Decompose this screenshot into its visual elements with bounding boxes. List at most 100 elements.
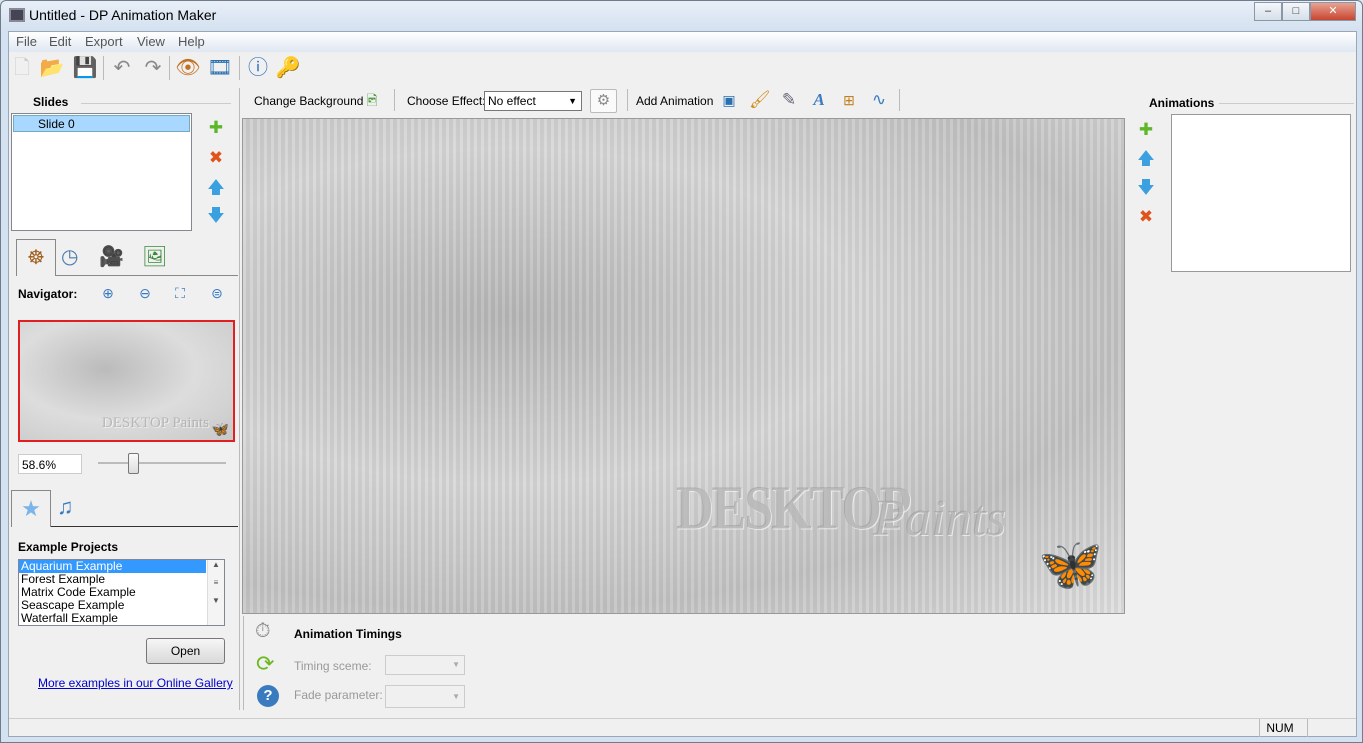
animation-up-icon[interactable]: 🡅: [1136, 149, 1156, 169]
chevron-down-icon: ▼: [452, 692, 460, 701]
effect-select[interactable]: No effect ▼: [484, 91, 582, 111]
fade-parameter-select[interactable]: ▼: [385, 685, 465, 708]
slide-canvas[interactable]: DESKTOP Paints 🦋: [242, 118, 1125, 614]
animation-down-icon[interactable]: 🡇: [1136, 178, 1156, 198]
minimize-button[interactable]: –: [1254, 2, 1282, 21]
menu-edit[interactable]: Edit: [49, 34, 71, 49]
delete-animation-icon[interactable]: ✖: [1136, 207, 1156, 227]
status-bar: NUM: [9, 718, 1356, 737]
change-background-icon[interactable]: 🖻: [362, 90, 382, 110]
zoom-in-icon[interactable]: ⊕: [98, 283, 118, 303]
timing-scheme-select[interactable]: ▼: [385, 655, 465, 675]
tab-examples-star-icon[interactable]: ★: [11, 490, 51, 527]
tab-timing-clock-icon[interactable]: ◷: [61, 244, 78, 269]
divider: [243, 616, 244, 710]
open-button[interactable]: Open: [146, 638, 225, 664]
navigator-preview-logo: DESKTOP Paints: [101, 415, 209, 431]
help-icon[interactable]: ?: [257, 685, 279, 707]
export-video-icon[interactable]: 🎞: [207, 54, 233, 82]
chevron-down-icon: ▼: [452, 660, 460, 669]
menu-bar: File Edit Export View Help: [9, 32, 1356, 52]
navigator-label: Navigator:: [18, 287, 78, 301]
timing-scheme-label: Timing sceme:: [294, 659, 372, 673]
navigator-preview[interactable]: DESKTOP Paints 🦋: [18, 320, 235, 442]
move-up-icon[interactable]: 🡅: [206, 178, 226, 198]
redo-icon[interactable]: ↷: [140, 54, 166, 82]
preview-eye-icon[interactable]: 👁: [175, 54, 201, 82]
undo-icon[interactable]: ↶: [109, 54, 135, 82]
examples-list[interactable]: Aquarium Example Forest Example Matrix Cod…: [18, 559, 225, 626]
app-icon: [9, 8, 25, 22]
info-icon[interactable]: ⓘ: [245, 54, 271, 82]
divider: [1219, 103, 1354, 104]
butterfly-icon: 🦋: [211, 421, 229, 437]
menu-view[interactable]: View: [137, 34, 165, 49]
save-icon[interactable]: 💾: [72, 54, 98, 82]
zoom-out-icon[interactable]: ⊖: [135, 283, 155, 303]
app-window: Untitled - DP Animation Maker – □ ✕ File…: [0, 0, 1363, 743]
add-animation-label: Add Animation: [636, 94, 714, 108]
delete-slide-icon[interactable]: ✖: [206, 148, 226, 168]
divider: [1307, 719, 1308, 737]
tab-camera-icon[interactable]: 🎥: [99, 244, 124, 269]
slide-item[interactable]: Slide 0: [13, 115, 190, 132]
open-folder-icon[interactable]: 📂: [39, 54, 65, 82]
effect-settings-gear-icon[interactable]: ⚙: [590, 89, 617, 113]
maximize-button[interactable]: □: [1282, 2, 1310, 21]
add-animation-icon[interactable]: ✚: [1136, 120, 1156, 140]
timings-clock-flag-icon: ⏱: [255, 620, 271, 642]
add-particles-animation-icon[interactable]: ⊞: [839, 90, 859, 110]
add-slide-icon[interactable]: ✚: [206, 118, 226, 138]
tab-music-icon[interactable]: ♫: [57, 494, 74, 520]
slide-label: Slide 0: [38, 117, 75, 131]
examples-scrollbar[interactable]: ▲ ≡ ▼: [207, 560, 224, 625]
key-icon[interactable]: 🔑: [275, 54, 301, 82]
zoom-slider-thumb[interactable]: [128, 453, 140, 474]
zoom-fit-icon[interactable]: ⛶: [170, 283, 190, 303]
menu-file[interactable]: File: [16, 34, 37, 49]
animations-header: Animations: [1149, 96, 1215, 110]
divider: [899, 89, 900, 111]
add-brush-animation-icon[interactable]: 🖌: [749, 90, 771, 110]
zoom-slider[interactable]: [98, 462, 226, 464]
tab-divider: [56, 275, 238, 276]
online-gallery-link[interactable]: More examples in our Online Gallery: [38, 676, 233, 690]
toolbar-divider: [169, 56, 170, 80]
effect-value: No effect: [488, 94, 536, 108]
menu-export[interactable]: Export: [85, 34, 123, 49]
divider: [81, 103, 231, 104]
add-wave-animation-icon[interactable]: ∿: [869, 90, 889, 110]
num-lock-indicator: NUM: [1266, 721, 1294, 735]
examples-header: Example Projects: [18, 540, 119, 554]
add-video-animation-icon[interactable]: ▣: [719, 90, 739, 110]
refresh-icon[interactable]: ⟳: [256, 651, 274, 677]
divider: [394, 89, 395, 111]
choose-effect-label: Choose Effect:: [407, 94, 486, 108]
zoom-value-field[interactable]: 58.6%: [18, 454, 82, 474]
chevron-down-icon: ▼: [568, 96, 577, 106]
new-file-icon[interactable]: 🗋: [9, 54, 35, 82]
zoom-actual-icon[interactable]: ⊜: [207, 283, 227, 303]
add-draw-animation-icon[interactable]: ✎: [779, 90, 799, 110]
window-title: Untitled - DP Animation Maker: [29, 7, 217, 23]
butterfly-icon[interactable]: 🦋: [1038, 534, 1103, 595]
close-button[interactable]: ✕: [1310, 2, 1356, 21]
slides-list[interactable]: Slide 0: [11, 113, 192, 231]
menu-help[interactable]: Help: [178, 34, 205, 49]
slides-header: Slides: [33, 95, 69, 109]
divider: [239, 88, 240, 710]
toolbar-divider: [239, 56, 240, 80]
tab-divider: [51, 526, 238, 527]
change-background-label[interactable]: Change Background: [254, 94, 363, 108]
example-item[interactable]: Waterfall Example: [19, 612, 206, 625]
animations-list[interactable]: [1171, 114, 1351, 272]
canvas-logo-script: Paints: [873, 490, 1006, 547]
divider: [627, 89, 628, 111]
timings-header: Animation Timings: [294, 627, 402, 641]
add-text-animation-icon[interactable]: A: [809, 90, 829, 110]
tab-properties-wheel-icon[interactable]: ☸: [16, 239, 56, 276]
tab-image-info-icon[interactable]: 🖼: [142, 244, 167, 269]
toolbar-divider: [103, 56, 104, 80]
fade-parameter-label: Fade parameter:: [294, 688, 383, 702]
move-down-icon[interactable]: 🡇: [206, 206, 226, 226]
